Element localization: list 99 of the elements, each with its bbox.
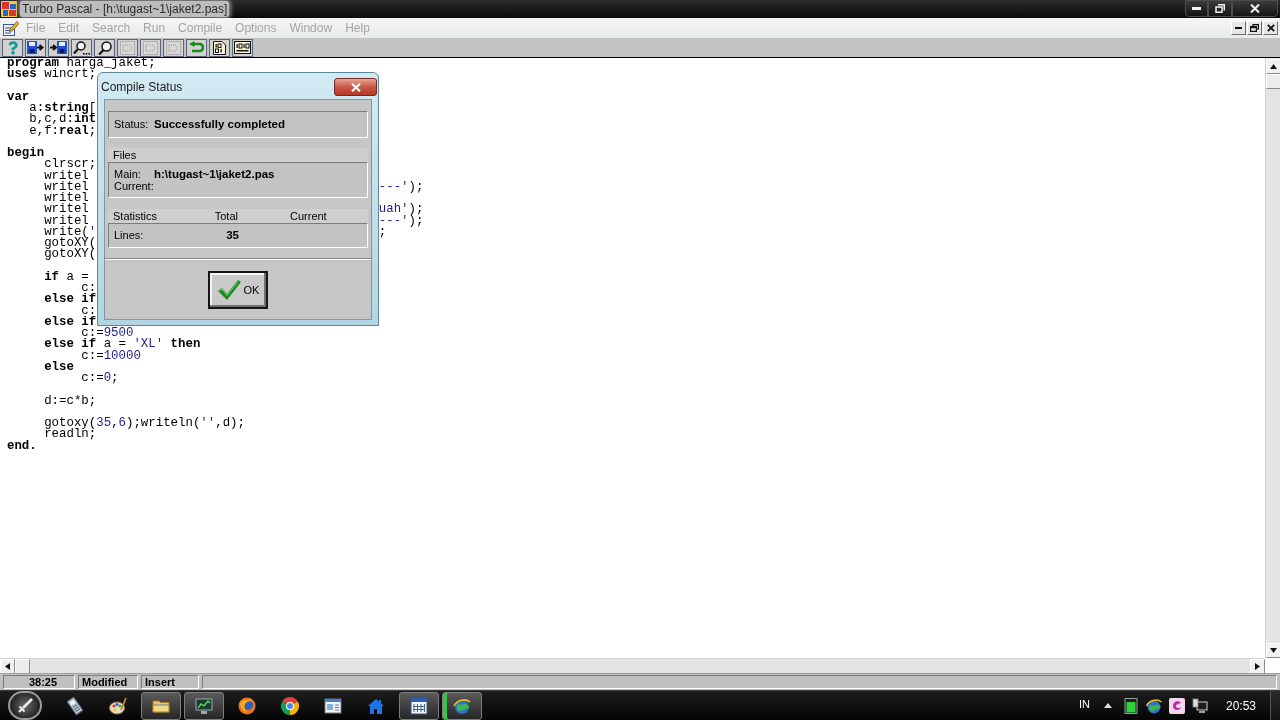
status-field: Modified [78, 675, 138, 689]
palette-icon [109, 696, 127, 715]
toolbar-button[interactable] [94, 38, 115, 57]
hatched-document-icon [143, 40, 158, 55]
code-line: program harga_jaket; [7, 56, 156, 70]
status-field: 38:25 [3, 675, 75, 689]
column-header: Current [289, 209, 327, 223]
meter-icon[interactable] [1122, 697, 1139, 714]
field-value: h:\tugast~1\jaket2.pas [154, 168, 275, 180]
close-button[interactable] [1232, 0, 1278, 17]
close-icon [1250, 4, 1260, 13]
scroll-up-button[interactable] [1266, 59, 1280, 74]
swirl-icon[interactable] [1168, 697, 1185, 714]
toolbar-button[interactable] [48, 38, 69, 57]
check-icon [216, 279, 241, 301]
code-line: if a = [44, 269, 89, 284]
minimize-icon [1192, 7, 1201, 10]
code-line: gotoXY( [44, 247, 97, 262]
restore-icon [1250, 24, 1259, 32]
horizontal-scrollbar[interactable] [0, 658, 1265, 673]
window-title: Turbo Pascal - [h:\tugast~1\jaket2.pas] [20, 1, 230, 17]
network-icon[interactable] [1191, 697, 1208, 714]
close-icon [1266, 24, 1275, 32]
code-line: else if [44, 314, 97, 329]
close-icon [350, 82, 361, 92]
monitor-icon [195, 696, 213, 715]
code-fragment: ---'); [378, 215, 424, 227]
code-line: gotoxy(35,6);writeln('',d); [44, 416, 245, 430]
window-icon [324, 696, 342, 715]
globe-icon [238, 696, 256, 715]
field-label: Lines: [113, 229, 145, 242]
code-line: d:=c*b; [44, 393, 97, 408]
field-label: Status: [113, 117, 150, 133]
hatched-document-icon [120, 40, 135, 55]
toolbar-button[interactable] [232, 38, 253, 57]
table-cell-text: 35 [225, 229, 239, 242]
ring-icon [281, 696, 299, 715]
disk-arrow-icon [27, 41, 44, 54]
code-fragment: ; [378, 226, 387, 238]
group-heading: Statistics [112, 209, 158, 223]
globe-icon[interactable] [1145, 697, 1162, 714]
triangle-right-icon [1254, 663, 1261, 670]
code-line: else [44, 359, 74, 374]
minimize-icon [1235, 27, 1242, 29]
grid-window-icon [410, 696, 428, 715]
vertical-scrollbar[interactable] [1265, 58, 1280, 658]
field-value: Successfully completed [154, 116, 286, 132]
hatched-document-icon [166, 40, 181, 55]
clock[interactable]: 20:53 [1225, 698, 1256, 713]
document-pencil-icon [3, 20, 19, 36]
taskbar-button[interactable] [141, 691, 181, 720]
code-line: gotoXY( [44, 236, 97, 250]
triangle-left-icon [4, 663, 11, 670]
taskbar-button[interactable] [184, 691, 224, 720]
minimize-button[interactable] [1185, 0, 1208, 17]
earth-icon [453, 696, 471, 715]
caret-up-icon[interactable] [1103, 703, 1112, 708]
restore-icon [1215, 4, 1225, 13]
taskbar-button[interactable] [442, 691, 482, 720]
toolbar-button[interactable] [209, 38, 230, 57]
magnifier-dots-icon [73, 40, 90, 55]
undo-icon [189, 40, 204, 55]
show-desktop-button[interactable] [1270, 691, 1280, 720]
triangle-down-icon [1270, 647, 1277, 654]
start-button[interactable] [8, 691, 42, 720]
close-button[interactable] [334, 78, 377, 96]
language-indicator[interactable]: IN [1078, 697, 1090, 711]
scrollbar-thumb[interactable] [1266, 74, 1280, 89]
field-label: Main: [113, 168, 142, 180]
ok-button[interactable]: OK [208, 271, 268, 309]
code-fragment: ---'); [378, 181, 424, 193]
app-icon [1, 1, 17, 17]
column-header: Total [213, 209, 238, 223]
binary-panel-icon [234, 41, 251, 54]
toolbar-button[interactable] [25, 38, 46, 57]
code-line: c:=0; [81, 371, 119, 385]
field-label: Current: [113, 180, 154, 192]
code-line: readln; [44, 427, 97, 442]
code-line: e,f:real; [29, 123, 97, 138]
help-icon [7, 40, 18, 55]
dialog-title: Compile Status [101, 79, 183, 95]
binary-document-icon [213, 40, 226, 55]
code-line: var [7, 89, 30, 104]
triangle-up-icon [1270, 63, 1277, 70]
group-heading: Files [113, 148, 137, 162]
taskbar-button[interactable] [399, 691, 439, 720]
code-line: else if [44, 292, 97, 307]
code-line: c:=10000 [81, 348, 141, 363]
restore-button[interactable] [1208, 0, 1232, 17]
arrow-disk-icon [50, 41, 67, 54]
sword-icon [17, 697, 33, 714]
code-fragment: uah'); [378, 204, 424, 216]
status-field: Insert [141, 675, 199, 689]
code-line: end. [7, 438, 37, 453]
toolbar-button[interactable] [71, 38, 92, 57]
scroll-down-button[interactable] [1266, 643, 1280, 658]
search-icon [97, 40, 112, 55]
house-icon [367, 696, 385, 715]
code-line: begin [7, 146, 45, 160]
